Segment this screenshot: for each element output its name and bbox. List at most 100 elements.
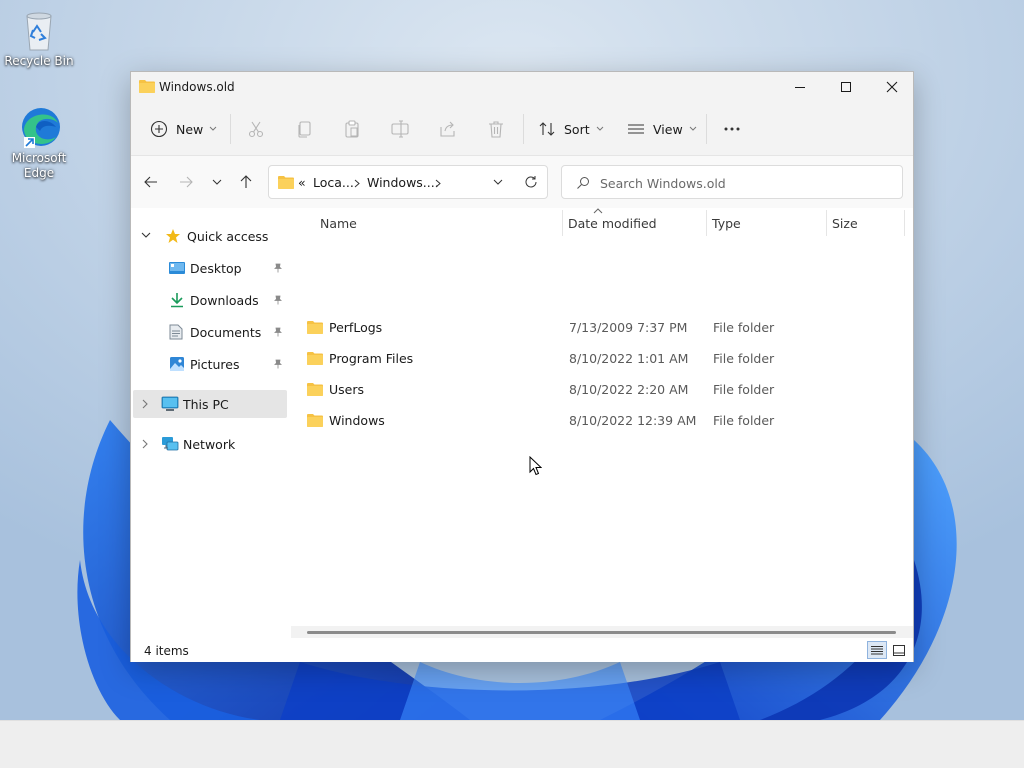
maximize-button[interactable]	[823, 72, 869, 102]
sidebar-item-label: Documents	[190, 324, 262, 340]
table-row[interactable]: Windows 8/10/2022 12:39 AM File folder	[305, 406, 905, 434]
title-bar[interactable]: Windows.old	[131, 72, 913, 102]
new-label: New	[176, 121, 204, 137]
view-button[interactable]: View	[627, 117, 697, 141]
folder-icon	[307, 413, 323, 430]
forward-button[interactable]	[176, 172, 196, 192]
star-icon	[166, 229, 180, 243]
close-icon	[886, 81, 898, 93]
pin-icon	[274, 359, 282, 369]
new-button[interactable]: New	[150, 117, 217, 141]
delete-button[interactable]	[486, 119, 506, 139]
network-icon	[162, 437, 179, 451]
column-header-size[interactable]: Size	[832, 216, 858, 231]
copy-icon	[298, 121, 311, 138]
paste-icon	[345, 120, 359, 138]
breadcrumb-item[interactable]: Loca...	[313, 175, 354, 190]
column-header-date-modified[interactable]: Date modified	[568, 216, 657, 231]
download-arrow-icon	[171, 293, 183, 308]
address-bar[interactable]: « Loca... Windows....	[268, 165, 548, 199]
chevron-right-icon[interactable]	[141, 399, 149, 409]
share-button[interactable]	[438, 119, 458, 139]
minimize-button[interactable]	[777, 72, 823, 102]
details-view-icon	[871, 646, 883, 655]
table-row[interactable]: Users 8/10/2022 2:20 AM File folder	[305, 375, 905, 403]
search-box[interactable]	[561, 165, 903, 199]
horizontal-scrollbar[interactable]	[291, 626, 913, 638]
edge-icon	[22, 108, 60, 148]
column-header-type[interactable]: Type	[712, 216, 741, 231]
pin-icon	[274, 327, 282, 337]
item-count: 4 items	[144, 644, 189, 658]
sidebar-item-network[interactable]: Network	[135, 430, 285, 458]
file-name: Users	[329, 382, 365, 397]
sidebar-item-label: Network	[183, 436, 236, 452]
pin-icon	[274, 295, 282, 305]
sidebar-item-downloads[interactable]: Downloads	[135, 286, 285, 314]
maximize-icon	[841, 82, 851, 92]
search-icon	[577, 177, 589, 189]
copy-button[interactable]	[295, 119, 315, 139]
chevron-down-icon	[689, 126, 697, 131]
computer-icon	[161, 396, 179, 411]
large-icons-view-button[interactable]	[889, 641, 909, 659]
column-divider[interactable]	[826, 210, 827, 236]
folder-icon	[139, 79, 155, 96]
sidebar-item-label: Downloads	[190, 292, 259, 308]
status-bar: 4 items	[131, 638, 913, 662]
sort-button[interactable]: Sort	[538, 117, 604, 141]
column-header-name[interactable]: Name	[320, 216, 357, 231]
sidebar-item-quick-access[interactable]: Quick access	[135, 222, 285, 250]
address-history-chevron-icon[interactable]	[493, 179, 503, 186]
chevron-right-icon[interactable]	[141, 439, 149, 449]
sidebar-item-desktop[interactable]: Desktop	[135, 254, 285, 282]
separator	[523, 114, 524, 144]
sidebar-item-this-pc[interactable]: This PC	[133, 390, 287, 418]
sort-icon	[539, 122, 555, 136]
chevron-right-icon	[354, 179, 360, 188]
folder-icon	[307, 351, 323, 368]
up-button[interactable]	[236, 172, 256, 192]
close-button[interactable]	[869, 72, 915, 102]
separator	[706, 114, 707, 144]
edge-desktop-icon[interactable]: Microsoft Edge	[3, 103, 75, 181]
sidebar-item-label: Desktop	[190, 260, 242, 276]
sidebar-item-pictures[interactable]: Pictures	[135, 350, 285, 378]
breadcrumb-item[interactable]: Windows....	[367, 175, 439, 190]
breadcrumb-overflow[interactable]: «	[298, 175, 306, 190]
cut-button[interactable]	[246, 119, 266, 139]
back-button[interactable]	[141, 172, 161, 192]
sidebar-item-label: Pictures	[190, 356, 240, 372]
folder-icon	[307, 382, 323, 399]
table-row[interactable]: PerfLogs 7/13/2009 7:37 PM File folder	[305, 313, 905, 341]
chevron-down-icon[interactable]	[141, 232, 151, 240]
rename-button[interactable]	[390, 119, 410, 139]
scrollbar-thumb[interactable]	[307, 631, 896, 634]
file-name: PerfLogs	[329, 320, 383, 335]
file-date: 7/13/2009 7:37 PM	[569, 320, 688, 335]
more-options-button[interactable]	[723, 117, 741, 141]
rename-icon	[391, 120, 409, 138]
recent-locations-button[interactable]	[207, 172, 227, 192]
table-row[interactable]: Program Files 8/10/2022 1:01 AM File fol…	[305, 344, 905, 372]
file-type: File folder	[713, 382, 775, 397]
details-view-button[interactable]	[867, 641, 887, 659]
file-type: File folder	[713, 320, 775, 335]
file-type: File folder	[713, 413, 775, 428]
sidebar-item-documents[interactable]: Documents	[135, 318, 285, 346]
paste-button[interactable]	[342, 119, 362, 139]
refresh-icon[interactable]	[524, 175, 538, 189]
navigation-bar: « Loca... Windows....	[131, 156, 913, 208]
file-name: Windows	[329, 413, 385, 428]
plus-circle-icon	[150, 120, 168, 138]
window-title: Windows.old	[159, 80, 235, 94]
search-input[interactable]	[600, 174, 890, 192]
pin-icon	[274, 263, 282, 273]
edge-label: Microsoft Edge	[11, 151, 67, 180]
column-divider[interactable]	[706, 210, 707, 236]
recycle-bin-desktop-icon[interactable]: Recycle Bin	[3, 10, 75, 69]
column-divider[interactable]	[904, 210, 905, 236]
column-divider[interactable]	[562, 210, 563, 236]
chevron-down-icon	[596, 126, 603, 131]
arrow-right-icon	[180, 176, 193, 188]
